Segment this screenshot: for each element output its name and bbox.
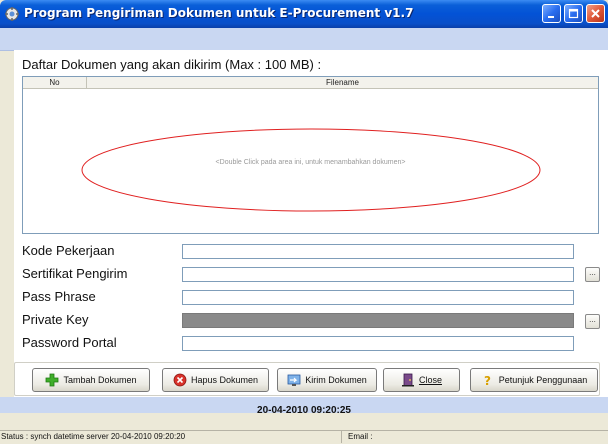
kirim-dokumen-button[interactable]: Kirim Dokumen xyxy=(277,368,377,392)
maximize-button[interactable] xyxy=(564,4,583,23)
private-key-input xyxy=(182,313,574,328)
column-filename[interactable]: Filename xyxy=(87,77,598,88)
kirim-dokumen-label: Kirim Dokumen xyxy=(305,375,367,385)
list-header: No Filename xyxy=(23,77,598,89)
header-band xyxy=(0,28,608,51)
close-label: Close xyxy=(418,375,442,385)
private-key-label: Private Key xyxy=(22,312,89,327)
minimize-button[interactable] xyxy=(542,4,561,23)
petunjuk-penggunaan-button[interactable]: ? Petunjuk Penggunaan xyxy=(470,368,598,392)
app-icon xyxy=(5,7,19,21)
pass-phrase-label: Pass Phrase xyxy=(22,289,96,304)
kode-pekerjaan-label: Kode Pekerjaan xyxy=(22,243,115,258)
browse-sertifikat-button[interactable]: ... xyxy=(585,267,600,282)
close-button[interactable]: Close xyxy=(383,368,460,392)
tambah-dokumen-button[interactable]: Tambah Dokumen xyxy=(32,368,150,392)
tambah-dokumen-label: Tambah Dokumen xyxy=(63,375,137,385)
kode-pekerjaan-input[interactable] xyxy=(182,244,574,259)
close-icon xyxy=(591,9,600,18)
petunjuk-penggunaan-label: Petunjuk Penggunaan xyxy=(498,375,588,385)
password-portal-input[interactable] xyxy=(182,336,574,351)
window-title: Program Pengiriman Dokumen untuk E-Procu… xyxy=(24,6,414,20)
column-no[interactable]: No xyxy=(23,77,87,88)
hapus-dokumen-label: Hapus Dokumen xyxy=(190,375,259,385)
help-icon: ? xyxy=(484,374,491,387)
sertifikat-pengirim-label: Sertifikat Pengirim xyxy=(22,266,128,281)
document-list[interactable]: No Filename <Double Click pada area ini,… xyxy=(22,76,599,234)
add-icon xyxy=(46,373,59,387)
sertifikat-pengirim-input[interactable] xyxy=(182,267,574,282)
document-list-title: Daftar Dokumen yang akan dikirim (Max : … xyxy=(22,57,322,72)
clock-display: 20-04-2010 09:20:25 xyxy=(257,405,351,416)
title-bar: Program Pengiriman Dokumen untuk E-Procu… xyxy=(0,0,608,28)
maximize-icon xyxy=(568,8,579,19)
list-hint: <Double Click pada area ini, untuk menam… xyxy=(215,159,406,166)
status-bar: Status : synch datetime server 20-04-201… xyxy=(0,430,608,444)
password-portal-label: Password Portal xyxy=(22,335,117,350)
svg-text:?: ? xyxy=(484,374,491,387)
highlight-ellipse xyxy=(81,128,541,212)
delete-icon xyxy=(173,373,187,387)
close-window-button[interactable] xyxy=(586,4,605,23)
browse-private-key-button[interactable]: ... xyxy=(585,314,600,329)
hapus-dokumen-button[interactable]: Hapus Dokumen xyxy=(162,368,269,392)
pass-phrase-input[interactable] xyxy=(182,290,574,305)
send-icon xyxy=(287,374,301,386)
close-door-icon xyxy=(401,373,414,387)
minimize-icon xyxy=(548,16,554,18)
status-text: Status : synch datetime server 20-04-201… xyxy=(0,431,342,443)
email-status: Email : xyxy=(348,432,373,441)
